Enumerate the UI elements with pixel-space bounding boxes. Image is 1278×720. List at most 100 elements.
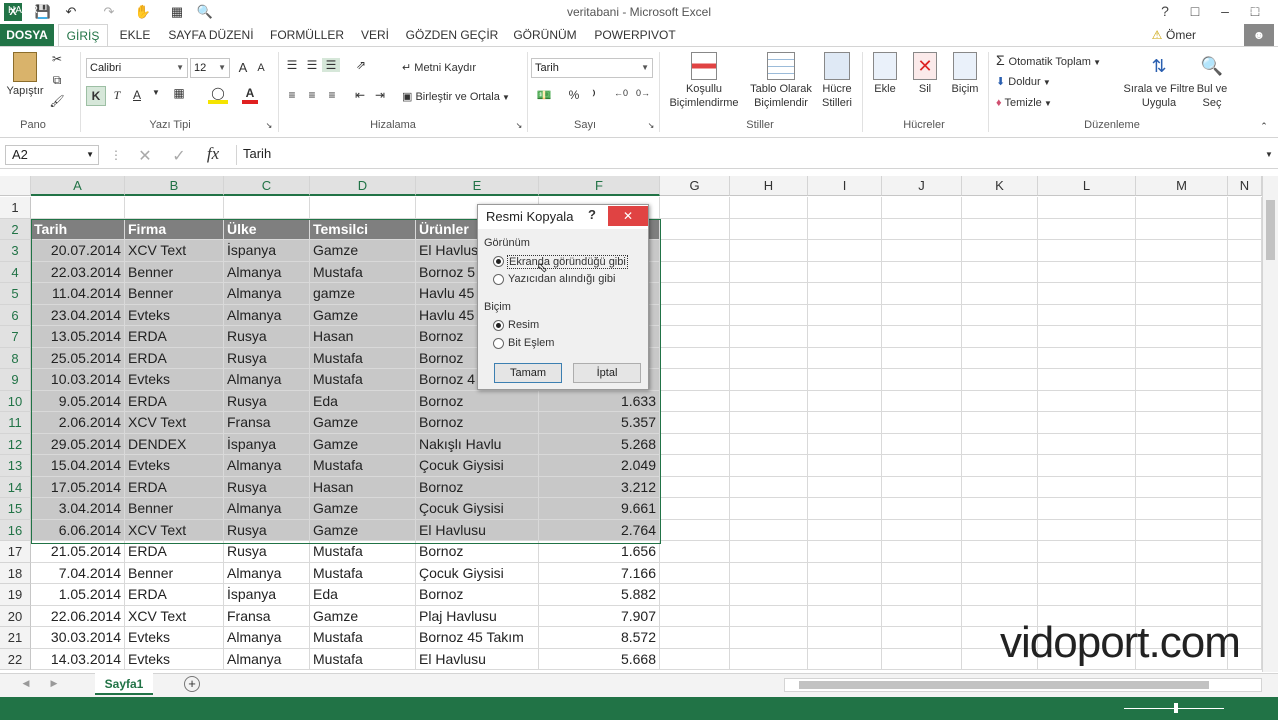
cell[interactable]: Mustafa xyxy=(310,648,416,670)
cell[interactable]: Benner xyxy=(125,562,224,584)
cell[interactable] xyxy=(1038,562,1136,584)
cell[interactable]: ERDA xyxy=(125,347,224,369)
cell[interactable]: Rusya xyxy=(224,347,310,369)
column-header[interactable]: M xyxy=(1136,176,1228,196)
tab-gozden-gecir[interactable]: GÖZDEN GEÇİR xyxy=(403,24,501,46)
option-bitmap-label[interactable]: Bit Eşlem xyxy=(508,337,554,349)
radio-bitmap[interactable] xyxy=(493,338,504,349)
column-header[interactable]: D xyxy=(310,176,416,196)
cell[interactable]: 5.882 xyxy=(539,584,660,606)
tab-gorunum[interactable]: GÖRÜNÜM xyxy=(508,24,582,46)
table-header-cell[interactable]: Ülke xyxy=(224,218,310,240)
cell[interactable] xyxy=(882,326,962,348)
cell[interactable]: Çocuk Giysisi xyxy=(416,562,539,584)
ribbon-display-icon[interactable]: □ xyxy=(1180,0,1210,22)
decrease-indent-icon[interactable]: ⇤ xyxy=(352,88,368,102)
cell[interactable]: El Havlusu xyxy=(416,648,539,670)
cell[interactable]: 2.764 xyxy=(539,519,660,541)
cell[interactable] xyxy=(1228,519,1262,541)
cell[interactable] xyxy=(1228,197,1262,219)
cell[interactable] xyxy=(882,283,962,305)
cell[interactable] xyxy=(882,304,962,326)
cell[interactable]: Mustafa xyxy=(310,541,416,563)
cell[interactable]: Mustafa xyxy=(310,347,416,369)
page-layout-icon[interactable]: ▤ xyxy=(1052,5,1061,16)
cell[interactable]: DENDEX xyxy=(125,433,224,455)
cell[interactable]: Almanya xyxy=(224,369,310,391)
cell[interactable] xyxy=(882,433,962,455)
vertical-scrollbar[interactable] xyxy=(1262,176,1278,672)
cell[interactable] xyxy=(1228,369,1262,391)
cell[interactable] xyxy=(1136,326,1228,348)
cell[interactable] xyxy=(1228,283,1262,305)
delete-cells-button[interactable]: ✕ Sil xyxy=(906,52,944,96)
cell[interactable]: Nakışlı Havlu xyxy=(416,433,539,455)
decrease-decimal-icon[interactable]: 0→ xyxy=(634,88,652,98)
cell[interactable] xyxy=(962,390,1038,412)
cell[interactable]: 6.06.2014 xyxy=(31,519,125,541)
cell[interactable]: 10.03.2014 xyxy=(31,369,125,391)
cell[interactable]: Almanya xyxy=(224,283,310,305)
next-sheet-icon[interactable]: ▶ xyxy=(48,678,60,689)
cell[interactable] xyxy=(808,326,882,348)
cell[interactable]: İspanya xyxy=(224,433,310,455)
cell[interactable] xyxy=(1228,433,1262,455)
cell[interactable] xyxy=(1136,261,1228,283)
cell[interactable]: Gamze xyxy=(310,240,416,262)
cell[interactable] xyxy=(962,455,1038,477)
autosum-button[interactable]: Σ Otomatik Toplam ▼ xyxy=(996,52,1116,71)
cell[interactable] xyxy=(1136,197,1228,219)
align-top-icon[interactable]: ☰ xyxy=(284,58,300,72)
cell[interactable] xyxy=(31,197,125,219)
cell[interactable] xyxy=(1228,498,1262,520)
cell[interactable] xyxy=(1038,197,1136,219)
column-header[interactable]: L xyxy=(1038,176,1136,196)
row-header[interactable]: 8 xyxy=(0,347,31,369)
cell[interactable] xyxy=(1228,412,1262,434)
cell[interactable] xyxy=(882,562,962,584)
cell[interactable] xyxy=(1228,218,1262,240)
cell[interactable] xyxy=(962,326,1038,348)
cell[interactable]: El Havlusu xyxy=(416,519,539,541)
cell[interactable]: 2.06.2014 xyxy=(31,412,125,434)
cell[interactable]: 7.04.2014 xyxy=(31,562,125,584)
sheet-tab-sayfa1[interactable]: Sayfa1 xyxy=(95,673,153,695)
column-header[interactable]: N xyxy=(1228,176,1262,196)
cell[interactable]: 5.668 xyxy=(539,648,660,670)
cell[interactable] xyxy=(962,584,1038,606)
cell[interactable] xyxy=(730,605,808,627)
cell[interactable] xyxy=(660,283,730,305)
cell[interactable] xyxy=(882,519,962,541)
accounting-format-icon[interactable]: 💵 xyxy=(533,88,555,102)
cell[interactable]: Gamze xyxy=(310,412,416,434)
row-header[interactable]: 17 xyxy=(0,541,31,563)
cell[interactable] xyxy=(730,455,808,477)
cell[interactable] xyxy=(730,498,808,520)
cell[interactable] xyxy=(962,412,1038,434)
cell[interactable] xyxy=(882,218,962,240)
select-all-corner[interactable] xyxy=(0,176,31,196)
row-header[interactable]: 7 xyxy=(0,326,31,348)
cell[interactable] xyxy=(730,218,808,240)
cell[interactable] xyxy=(730,261,808,283)
cell[interactable] xyxy=(808,627,882,649)
zoom-out-icon[interactable]: – xyxy=(1112,5,1118,16)
cell[interactable] xyxy=(1038,541,1136,563)
borders-icon[interactable]: ▦ xyxy=(170,86,188,100)
cell[interactable] xyxy=(808,347,882,369)
cell[interactable]: Almanya xyxy=(224,304,310,326)
row-header[interactable]: 1 xyxy=(0,197,31,219)
row-header[interactable]: 2 xyxy=(0,218,31,240)
cell[interactable]: İspanya xyxy=(224,240,310,262)
zoom-in-icon[interactable]: + xyxy=(1228,5,1234,16)
cell[interactable]: ERDA xyxy=(125,476,224,498)
column-header[interactable]: G xyxy=(660,176,730,196)
cell[interactable] xyxy=(1136,519,1228,541)
cell[interactable]: 23.04.2014 xyxy=(31,304,125,326)
column-header[interactable]: F xyxy=(539,176,660,196)
cell[interactable] xyxy=(660,498,730,520)
cell[interactable]: İspanya xyxy=(224,584,310,606)
cell[interactable]: Mustafa xyxy=(310,627,416,649)
cell[interactable]: 9.05.2014 xyxy=(31,390,125,412)
cell[interactable] xyxy=(660,433,730,455)
